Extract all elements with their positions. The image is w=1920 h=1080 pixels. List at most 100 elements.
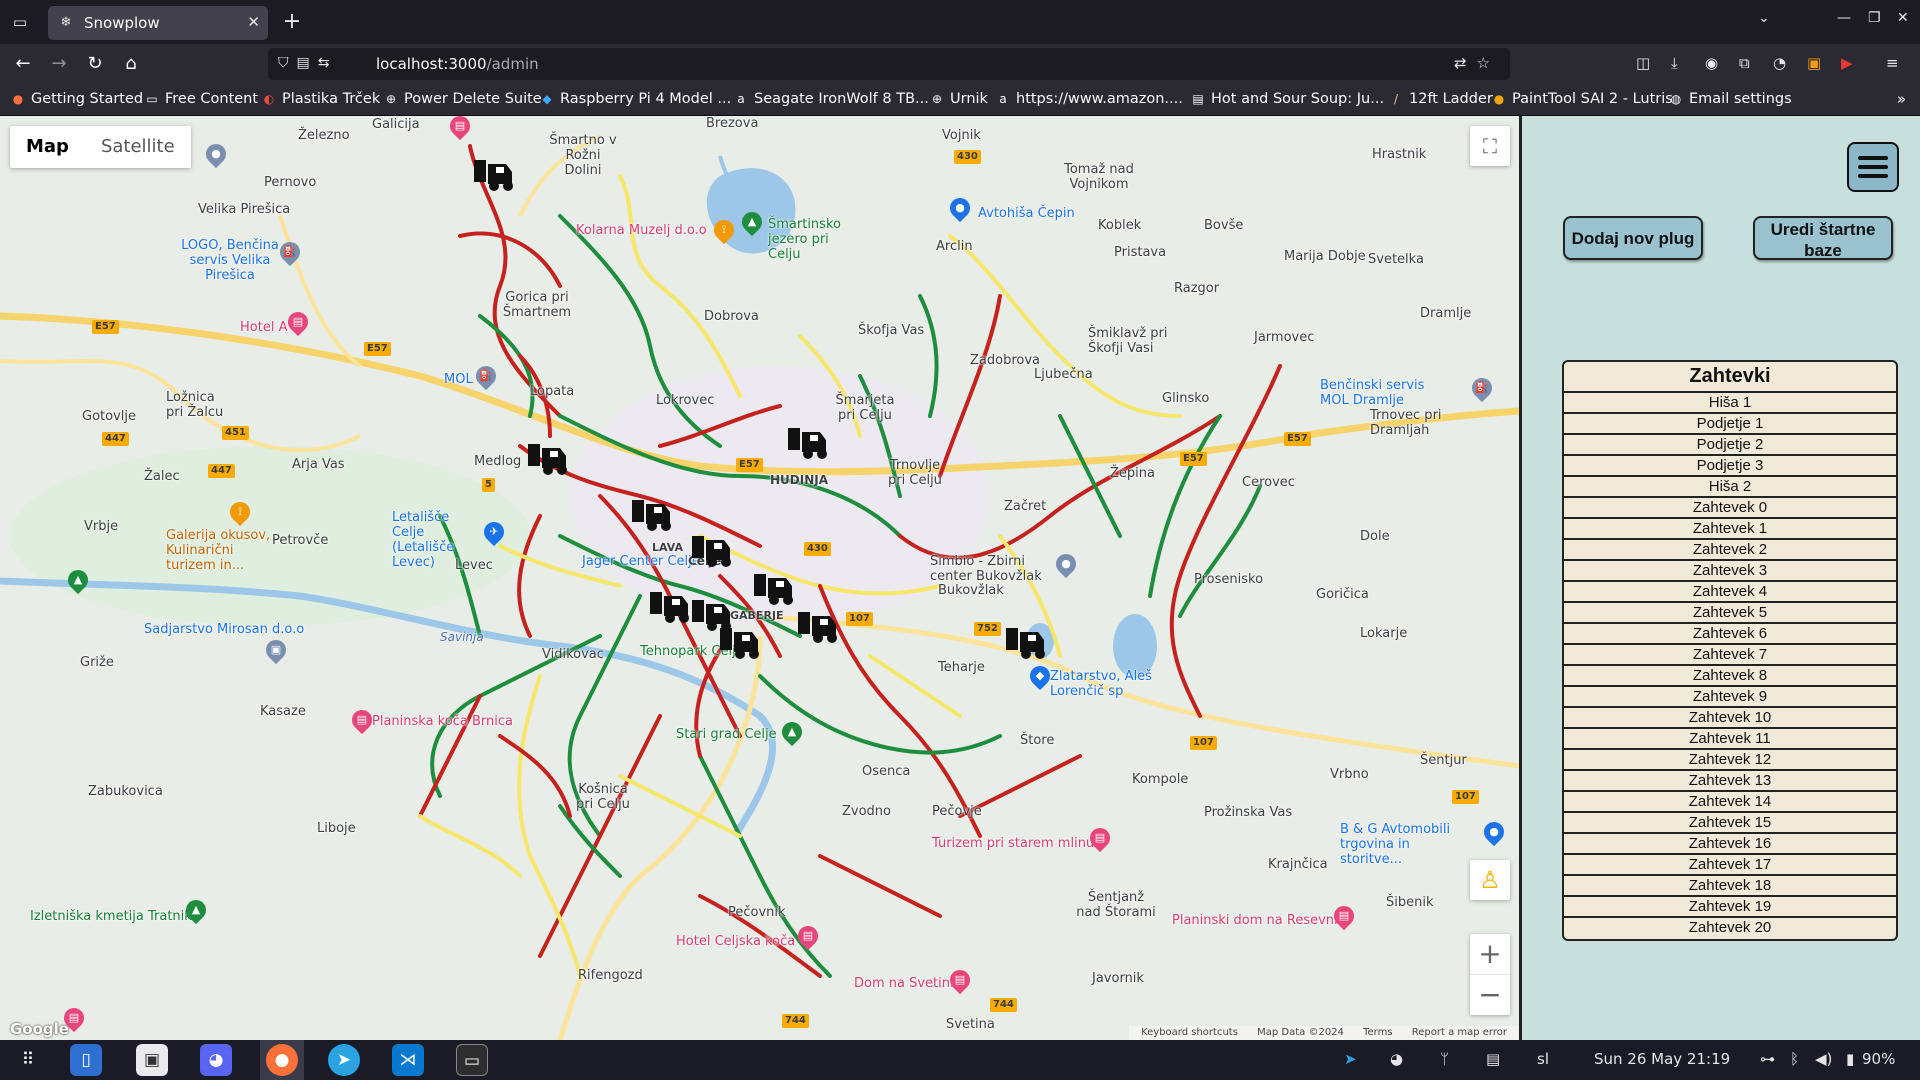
- park-icon[interactable]: ▲: [737, 207, 767, 237]
- restaurant-icon[interactable]: ⟟: [225, 497, 255, 527]
- fullscreen-icon[interactable]: ⛶: [1470, 126, 1510, 166]
- bookmark-12ft-ladder[interactable]: /12ft Ladder: [1388, 91, 1493, 107]
- request-item[interactable]: Zahtevek 19: [1564, 897, 1896, 918]
- request-item[interactable]: Zahtevek 18: [1564, 876, 1896, 897]
- snowplow-marker[interactable]: [718, 622, 766, 660]
- bookmark-amazon[interactable]: a https://www.amazon....: [995, 91, 1183, 107]
- request-item[interactable]: Zahtevek 7: [1564, 645, 1896, 666]
- snowplow-marker[interactable]: [526, 438, 574, 476]
- discord-tray-icon[interactable]: ◕: [1390, 1050, 1403, 1068]
- request-item[interactable]: Hiša 1: [1564, 393, 1896, 414]
- snowplow-marker[interactable]: [1004, 622, 1052, 660]
- home-icon[interactable]: ⌂: [118, 52, 144, 76]
- bookmark-raspberry-pi[interactable]: ◆ Raspberry Pi 4 Model ...: [539, 91, 731, 107]
- bookmarks-overflow-icon[interactable]: »: [1897, 90, 1906, 108]
- bookmark-urnik[interactable]: ⊕ Urnik: [929, 91, 988, 107]
- close-window-icon[interactable]: ✕: [1897, 10, 1909, 26]
- vscode-icon[interactable]: ⋊: [392, 1044, 424, 1076]
- snowplow-marker[interactable]: [630, 494, 678, 532]
- map-type-map-button[interactable]: Map: [10, 126, 85, 168]
- request-item[interactable]: Podjetje 2: [1564, 435, 1896, 456]
- new-tab-icon[interactable]: +: [280, 8, 304, 36]
- restore-icon[interactable]: ❐: [1868, 10, 1881, 26]
- farm-icon[interactable]: ▲: [181, 895, 211, 925]
- bookmark-free-content[interactable]: ▭ Free Content: [144, 91, 258, 107]
- extension-icon[interactable]: ◔: [1773, 54, 1786, 72]
- park-icon[interactable]: ▲: [63, 565, 93, 595]
- app-launcher-grid-icon[interactable]: ⠿: [12, 1044, 44, 1076]
- request-item[interactable]: Zahtevek 16: [1564, 834, 1896, 855]
- keyboard-shortcuts-link[interactable]: Keyboard shortcuts: [1141, 1027, 1238, 1038]
- downloads-icon[interactable]: ⤓: [1671, 54, 1678, 72]
- app-menu-icon[interactable]: ≡: [1886, 54, 1899, 72]
- bookmark-plastika-trcek[interactable]: ◐ Plastika Trček: [261, 91, 380, 107]
- request-item[interactable]: Zahtevek 13: [1564, 771, 1896, 792]
- bookmark-seagate[interactable]: a Seagate IronWolf 8 TB...: [733, 91, 929, 107]
- telegram-icon[interactable]: ➤: [328, 1044, 360, 1076]
- castle-icon[interactable]: ▲: [777, 717, 807, 747]
- extensions-icon[interactable]: ⧉: [1739, 54, 1750, 72]
- tourism-icon[interactable]: ▤: [1085, 823, 1115, 853]
- gas-station-icon[interactable]: ⛽: [1467, 373, 1497, 403]
- map-pin-icon[interactable]: ●: [201, 139, 231, 169]
- terms-link[interactable]: Terms: [1363, 1027, 1392, 1038]
- bookmark-getting-started[interactable]: ● Getting Started: [10, 91, 143, 107]
- request-item[interactable]: Zahtevek 10: [1564, 708, 1896, 729]
- keyboard-layout[interactable]: sl: [1537, 1050, 1549, 1068]
- mountain-hut-icon[interactable]: ▤: [1329, 901, 1359, 931]
- request-item[interactable]: Zahtevek 0: [1564, 498, 1896, 519]
- request-item[interactable]: Zahtevek 4: [1564, 582, 1896, 603]
- youtube-extension-icon[interactable]: ▶: [1841, 54, 1853, 72]
- snowplow-marker[interactable]: [796, 606, 844, 644]
- tab-close-icon[interactable]: ✕: [247, 13, 260, 31]
- car-dealer-icon[interactable]: ●: [945, 193, 975, 223]
- tab-overview-icon[interactable]: ▭: [8, 10, 32, 34]
- lodging-icon[interactable]: ▤: [945, 965, 975, 995]
- request-item[interactable]: Zahtevek 2: [1564, 540, 1896, 561]
- minimize-icon[interactable]: —: [1837, 10, 1851, 26]
- volume-icon[interactable]: ◀): [1815, 1050, 1832, 1068]
- shopping-icon[interactable]: ▣: [261, 635, 291, 665]
- translate-bookmark-icons[interactable]: ⇄☆: [1454, 54, 1500, 72]
- tab-snowplow[interactable]: ❄ Snowplow ✕: [48, 6, 268, 40]
- recycling-icon[interactable]: ●: [1051, 549, 1081, 579]
- bookmark-painttool-sai[interactable]: ● PaintTool SAI 2 - Lutris: [1491, 91, 1673, 107]
- hamburger-menu-button[interactable]: [1847, 142, 1899, 192]
- hotel-icon[interactable]: ▤: [283, 307, 313, 337]
- request-item[interactable]: Zahtevek 3: [1564, 561, 1896, 582]
- pocket-icon[interactable]: ◫: [1636, 54, 1650, 72]
- forward-icon[interactable]: →: [46, 52, 72, 76]
- airport-icon[interactable]: ✈: [479, 517, 509, 547]
- snowplow-marker[interactable]: [752, 568, 800, 606]
- clock[interactable]: Sun 26 May 21:19: [1594, 1050, 1730, 1068]
- request-item[interactable]: Podjetje 3: [1564, 456, 1896, 477]
- request-item[interactable]: Zahtevek 15: [1564, 813, 1896, 834]
- bookmark-email-settings[interactable]: ◍ Email settings: [1668, 91, 1792, 107]
- request-item[interactable]: Zahtevek 11: [1564, 729, 1896, 750]
- usb-tray-icon[interactable]: ᛘ: [1440, 1050, 1449, 1068]
- request-item[interactable]: Zahtevek 12: [1564, 750, 1896, 771]
- gas-station-icon[interactable]: ⛽: [275, 237, 305, 267]
- firefox-icon[interactable]: ●: [266, 1044, 298, 1076]
- add-plow-button[interactable]: Dodaj nov plug: [1563, 216, 1703, 260]
- account-icon[interactable]: ◉: [1705, 54, 1718, 72]
- lodging-icon[interactable]: ▤: [347, 705, 377, 735]
- edit-start-bases-button[interactable]: Uredi štartne baze: [1753, 216, 1893, 260]
- report-error-link[interactable]: Report a map error: [1412, 1027, 1507, 1038]
- bookmark-power-delete-suite[interactable]: ⊕ Power Delete Suite: [383, 91, 542, 107]
- request-item[interactable]: Zahtevek 20: [1564, 918, 1896, 939]
- bookmark-hot-and-sour-soup[interactable]: ▤ Hot and Sour Soup: Ju...: [1190, 91, 1384, 107]
- hotel-icon[interactable]: ▤: [793, 921, 823, 951]
- request-item[interactable]: Zahtevek 17: [1564, 855, 1896, 876]
- battery-icon[interactable]: ▮: [1846, 1050, 1854, 1068]
- url-text[interactable]: localhost:3000/admin: [376, 55, 539, 73]
- terminal-icon[interactable]: ▭: [456, 1044, 488, 1076]
- request-item[interactable]: Zahtevek 14: [1564, 792, 1896, 813]
- software-store-icon[interactable]: ▣: [136, 1044, 168, 1076]
- discord-icon[interactable]: ◕: [200, 1044, 232, 1076]
- snowplow-marker[interactable]: [786, 422, 834, 460]
- snowplow-marker[interactable]: [472, 154, 520, 192]
- car-service-icon[interactable]: ●: [1479, 817, 1509, 847]
- request-item[interactable]: Zahtevek 8: [1564, 666, 1896, 687]
- request-item[interactable]: Zahtevek 5: [1564, 603, 1896, 624]
